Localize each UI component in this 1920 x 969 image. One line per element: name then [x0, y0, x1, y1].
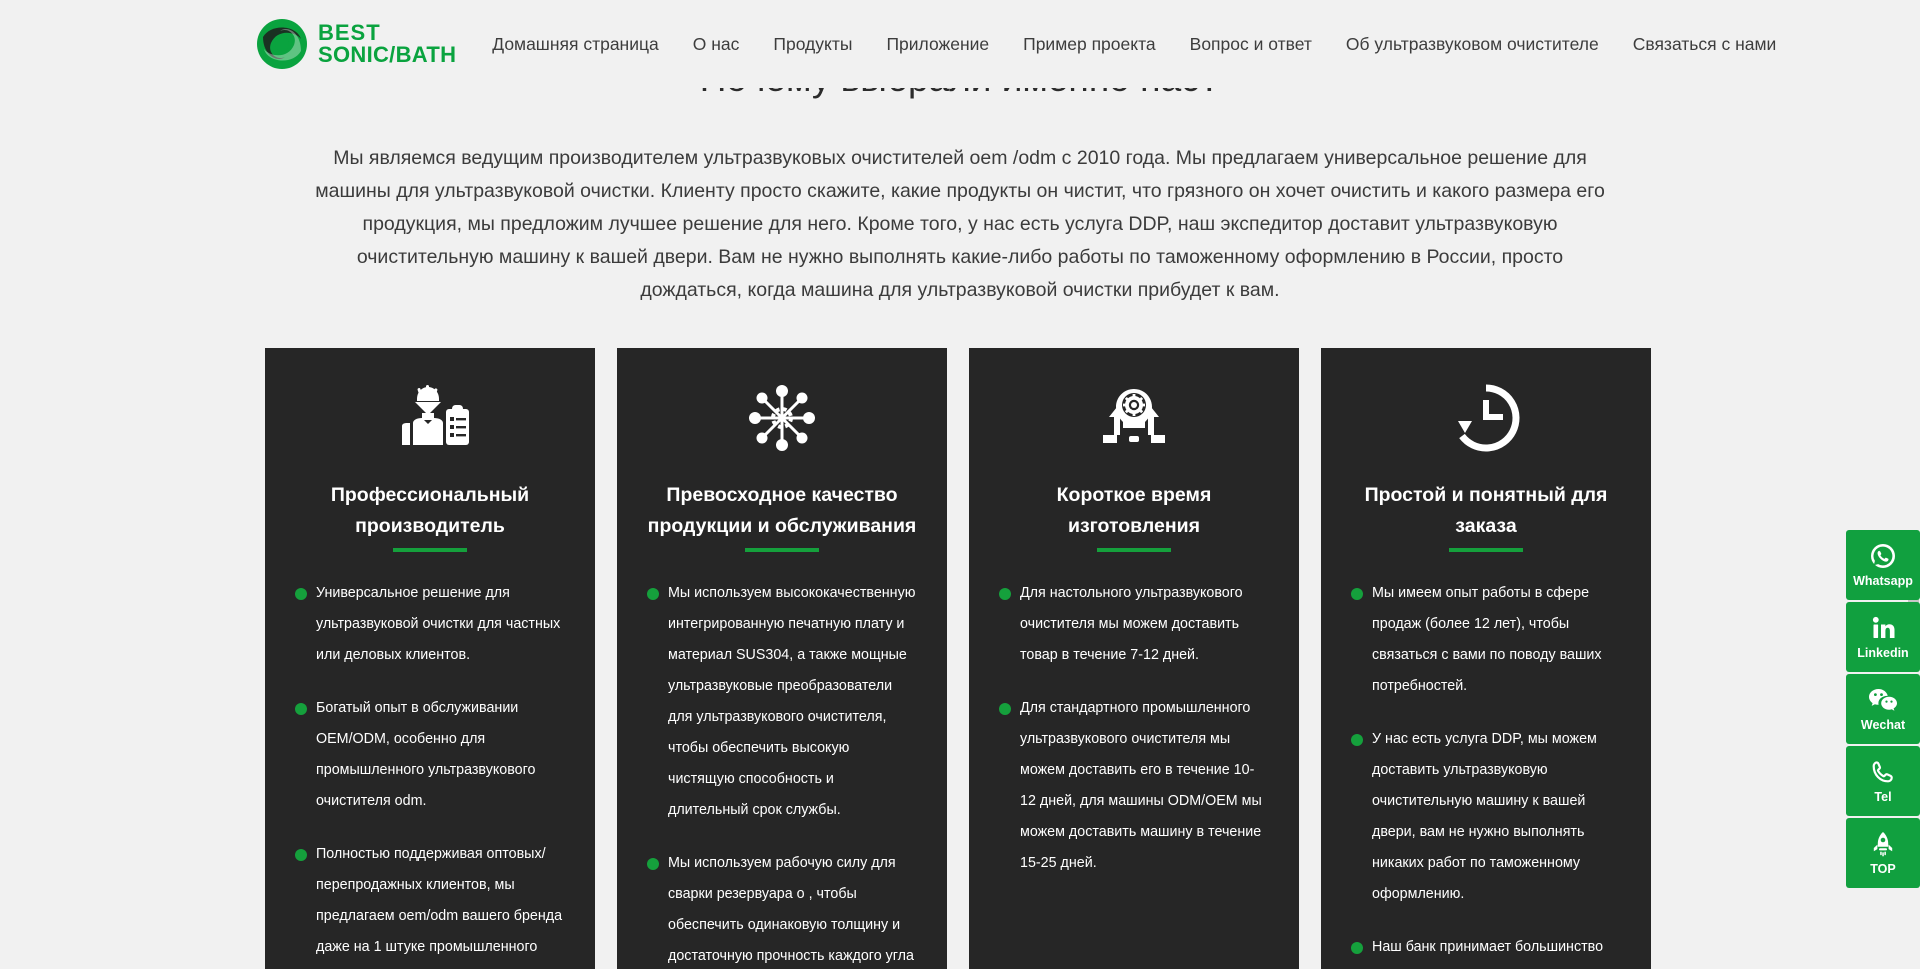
linkedin-icon	[1870, 615, 1896, 641]
feature-bullet: Мы используем рабочую силу для сварки ре…	[647, 848, 917, 969]
feature-bullet-list: Мы имеем опыт работы в сфере продаж (бол…	[1351, 578, 1621, 969]
bullet-dot-icon	[999, 703, 1011, 715]
feature-card[interactable]: Превосходное качество продукции и обслуж…	[617, 348, 947, 969]
bullet-dot-icon	[1351, 942, 1363, 954]
feature-bullet: Полностью поддерживая оптовых/ перепрода…	[295, 839, 565, 969]
feature-bullet-list: Мы используем высококачественную интегри…	[647, 578, 917, 969]
feature-bullet-list: Для настольного ультразвукового очистите…	[999, 578, 1269, 879]
logo-wordmark: BEST SONIC/BATH	[318, 19, 457, 67]
social-button-wechat[interactable]: Wechat	[1846, 674, 1920, 744]
social-label: TOP	[1870, 861, 1896, 876]
nav-item-about[interactable]: О нас	[693, 34, 740, 55]
engineer-clipboard-icon	[295, 382, 565, 454]
social-label: Linkedin	[1857, 645, 1909, 660]
whatsapp-icon	[1870, 543, 1896, 569]
title-underline	[393, 548, 467, 552]
feature-card-title: Превосходное качество продукции и обслуж…	[647, 484, 917, 537]
bullet-dot-icon	[1351, 588, 1363, 600]
nav-item-home[interactable]: Домашняя страница	[492, 34, 659, 55]
feature-card-title: Короткое время изготовления	[1056, 484, 1212, 537]
bullet-text: Богатый опыт в обслуживании OEM/ODM, осо…	[316, 700, 536, 809]
page-content: Почему выбрали именно нас? Мы являемся в…	[0, 88, 1920, 969]
feature-bullet: Наш банк принимает большинство российски…	[1351, 932, 1621, 969]
bullet-dot-icon	[295, 703, 307, 715]
rocket-icon	[1870, 831, 1896, 857]
feature-card[interactable]: Короткое время изготовления Для настольн…	[969, 348, 1299, 969]
title-underline	[1449, 548, 1523, 552]
main-navigation: Домашняя страница О нас Продукты Приложе…	[492, 34, 1776, 55]
nav-item-contact[interactable]: Связаться с нами	[1633, 34, 1777, 55]
bullet-dot-icon	[647, 858, 659, 870]
bullet-text: Мы имеем опыт работы в сфере продаж (бол…	[1372, 585, 1602, 694]
logo-line-2: SONIC/BATH	[318, 42, 457, 67]
bullet-dot-icon	[999, 588, 1011, 600]
bullet-text: Мы используем рабочую силу для сварки ре…	[668, 855, 914, 964]
nav-item-case[interactable]: Пример проекта	[1023, 34, 1156, 55]
nav-item-products[interactable]: Продукты	[773, 34, 852, 55]
bestsonicbath-logo-icon	[255, 17, 309, 71]
site-logo[interactable]: BEST SONIC/BATH	[255, 17, 456, 71]
feature-bullet: Мы используем высококачественную интегри…	[647, 578, 917, 826]
feature-bullet: Мы имеем опыт работы в сфере продаж (бол…	[1351, 578, 1621, 702]
feature-bullet: Универсальное решение для ультразвуковой…	[295, 578, 565, 671]
feature-card[interactable]: Профессиональный производитель Универсал…	[265, 348, 595, 969]
feature-card-title: Простой и понятный для заказа	[1364, 484, 1608, 537]
social-button-top[interactable]: TOP	[1846, 818, 1920, 888]
clock-history-icon	[1351, 382, 1621, 454]
floating-social-rail: Whatsapp Linkedin Wechat Tel TOP	[1846, 530, 1920, 888]
nav-item-application[interactable]: Приложение	[886, 34, 989, 55]
bullet-text: Для стандартного промышленного ультразву…	[1020, 700, 1262, 871]
title-underline	[745, 548, 819, 552]
bullet-text: Полностью поддерживая оптовых/ перепрода…	[316, 846, 563, 955]
feature-bullet-list: Универсальное решение для ультразвуковой…	[295, 578, 565, 969]
wechat-icon	[1868, 687, 1898, 713]
bullet-dot-icon	[647, 588, 659, 600]
network-nodes-icon	[647, 382, 917, 454]
social-button-tel[interactable]: Tel	[1846, 746, 1920, 816]
feature-bullet: У нас есть услуга DDP, мы можем доставит…	[1351, 724, 1621, 910]
feature-bullet: Для стандартного промышленного ультразву…	[999, 693, 1269, 879]
feature-card[interactable]: Простой и понятный для заказа Мы имеем о…	[1321, 348, 1651, 969]
bullet-text: У нас есть услуга DDP, мы можем доставит…	[1372, 731, 1597, 902]
page-title: Почему выбрали именно нас?	[0, 88, 1920, 100]
feature-bullet: Богатый опыт в обслуживании OEM/ODM, осо…	[295, 693, 565, 817]
nav-item-faq[interactable]: Вопрос и ответ	[1190, 34, 1312, 55]
feature-card-list: Профессиональный производитель Универсал…	[265, 348, 1665, 969]
site-header: BEST SONIC/BATH Домашняя страница О нас …	[0, 0, 1920, 88]
feature-bullet: Для настольного ультразвукового очистите…	[999, 578, 1269, 671]
social-label: Whatsapp	[1853, 573, 1913, 588]
bullet-text: Универсальное решение для ультразвуковой…	[316, 585, 561, 663]
title-underline	[1097, 548, 1171, 552]
bullet-dot-icon	[1351, 734, 1363, 746]
phone-icon	[1870, 759, 1896, 785]
bullet-dot-icon	[295, 588, 307, 600]
social-label: Tel	[1874, 789, 1892, 804]
social-button-whatsapp[interactable]: Whatsapp	[1846, 530, 1920, 600]
social-button-linkedin[interactable]: Linkedin	[1846, 602, 1920, 672]
bullet-text: Для настольного ультразвукового очистите…	[1020, 585, 1243, 663]
bullet-text: Наш банк принимает большинство российски…	[1372, 939, 1604, 955]
bullet-text: Мы используем высококачественную интегри…	[668, 585, 916, 818]
idea-growth-icon	[999, 382, 1269, 454]
logo-line-1: BEST	[318, 19, 381, 45]
feature-card-title: Профессиональный производитель	[330, 484, 530, 537]
social-label: Wechat	[1860, 717, 1906, 732]
intro-paragraph: Мы являемся ведущим производителем ультр…	[315, 147, 1605, 301]
bullet-dot-icon	[295, 849, 307, 861]
nav-item-about-cleaner[interactable]: Об ультразвуковом очистителе	[1346, 34, 1599, 55]
